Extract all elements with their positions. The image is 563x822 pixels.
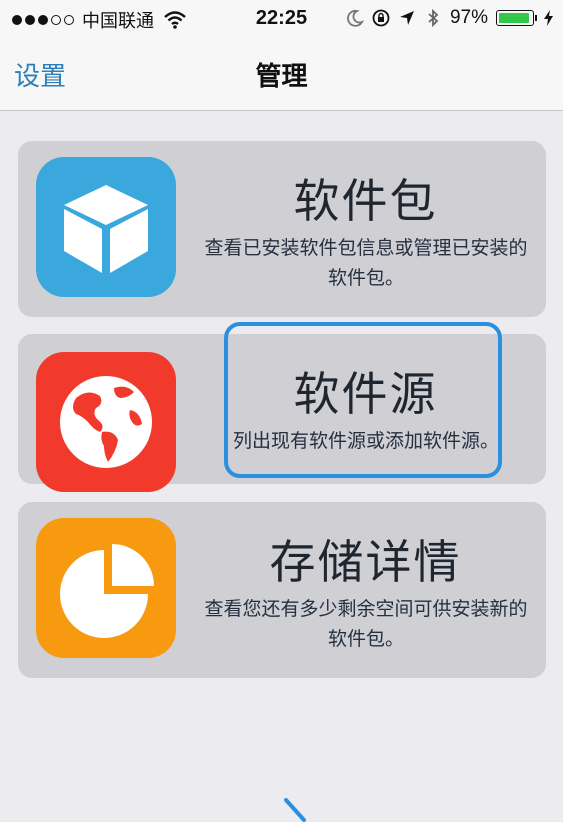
- globe-icon: [36, 352, 176, 492]
- battery-percent: 97%: [449, 7, 488, 28]
- location-arrow-icon: [399, 11, 414, 25]
- packages-title: 软件包: [293, 174, 438, 228]
- moon-icon: [347, 9, 364, 27]
- battery-icon: [496, 10, 537, 26]
- bluetooth-icon: [428, 9, 439, 27]
- packages-description: 查看已安装软件包信息或管理已安装的软件包。: [204, 237, 528, 289]
- pointer-arrow-icon: [284, 798, 306, 822]
- rotation-lock-icon: [372, 9, 390, 27]
- storage-card[interactable]: 存储详情 查看您还有多少剩余空间可供安装新的软件包。: [18, 502, 546, 678]
- status-bar: 中国联通 22:25 97%: [0, 0, 563, 38]
- navigation-bar: 设置 管理: [0, 38, 563, 111]
- status-right: 97%: [346, 7, 553, 29]
- packages-card[interactable]: 软件包 查看已安装软件包信息或管理已安装的软件包。: [18, 141, 546, 317]
- storage-title: 存储详情: [269, 535, 462, 589]
- pie-chart-icon: [36, 518, 176, 658]
- storage-description: 查看您还有多少剩余空间可供安装新的软件包。: [204, 598, 528, 650]
- package-box-icon: [36, 157, 176, 297]
- highlight-outline: [224, 322, 502, 478]
- page-title: 管理: [255, 62, 308, 92]
- charging-bolt-icon: [544, 10, 553, 26]
